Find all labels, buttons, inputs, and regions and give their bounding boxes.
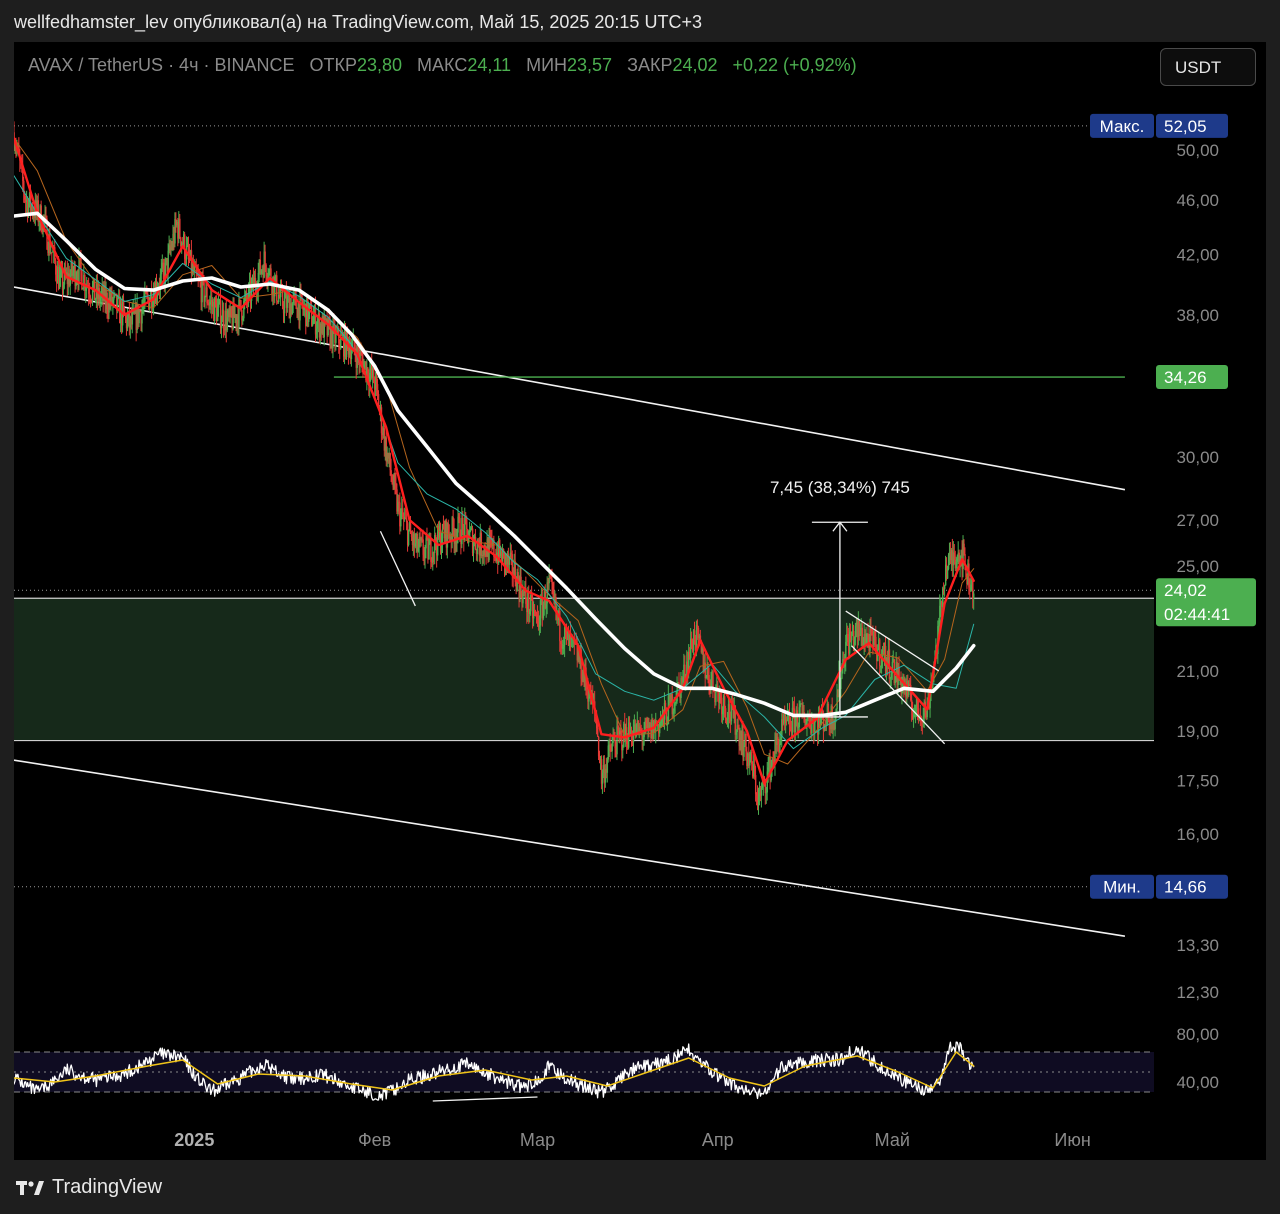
candle-body: [879, 639, 881, 667]
symbol-legend: AVAX / TetherUS · 4ч · BINANCE ОТКР23,80…: [28, 55, 857, 76]
candle-body: [428, 544, 430, 560]
brand-name: TradingView: [52, 1176, 163, 1198]
x-tick-label: Фев: [358, 1130, 391, 1150]
candle-body: [311, 323, 314, 326]
price-label-value: 14,66: [1164, 878, 1207, 897]
close-label: ЗАКР: [627, 55, 673, 75]
rsi-y-tick-label: 80,00: [1176, 1025, 1219, 1044]
y-tick-label: 38,00: [1176, 306, 1219, 325]
x-tick-label: Июн: [1054, 1130, 1090, 1150]
rsi-divergence-line: [432, 1096, 538, 1102]
x-tick-label: Мар: [520, 1130, 555, 1150]
candle-body: [799, 704, 801, 708]
symbol-info: AVAX / TetherUS · 4ч · BINANCE: [28, 55, 295, 75]
y-tick-label: 21,00: [1176, 662, 1219, 681]
x-tick-label: Апр: [702, 1130, 734, 1150]
publish-caption: wellfedhamster_lev опубликовал(а) на Tra…: [14, 12, 702, 32]
price-label-value: 24,02: [1164, 581, 1207, 600]
candle-body: [973, 593, 975, 599]
price-label-value: 34,26: [1164, 368, 1207, 387]
candle-body: [138, 310, 140, 324]
candle-body: [622, 747, 624, 751]
candle-body: [179, 218, 181, 238]
candle-body: [276, 275, 278, 301]
tradingview-logo[interactable]: TradingView: [16, 1176, 162, 1199]
y-tick-label: 42,00: [1176, 246, 1219, 265]
low-label: МИН: [526, 55, 568, 75]
price-label-value: 52,05: [1164, 117, 1207, 136]
candle-body: [944, 585, 946, 589]
y-tick-label: 13,30: [1176, 936, 1219, 955]
rsi-y-tick-label: 40,00: [1176, 1073, 1219, 1092]
chart-frame[interactable]: 7,45 (38,34%) 745 50,00 46,00 42,00 38,00 30,…: [14, 42, 1266, 1160]
candle-body: [754, 775, 757, 795]
x-tick-label: 2025: [174, 1130, 214, 1150]
candle-body: [466, 518, 468, 530]
candle-body: [407, 529, 410, 545]
price-chart[interactable]: 7,45 (38,34%) 745 50,00 46,00 42,00 38,00 30,…: [14, 42, 1266, 1160]
channel-upper-line: [14, 286, 1126, 491]
y-tick-label: 17,50: [1176, 771, 1219, 790]
candle-body: [596, 728, 599, 737]
y-tick-label: 30,00: [1176, 448, 1219, 467]
y-tick-label: 25,00: [1176, 557, 1219, 576]
candle-body: [712, 670, 714, 689]
change-value: +0,22 (+0,92%): [732, 55, 857, 75]
x-tick-label: Май: [875, 1130, 910, 1150]
open-value: 23,80: [356, 55, 403, 75]
candle-body: [283, 298, 286, 314]
extreme-label-text: Мин.: [1103, 878, 1141, 897]
high-label: МАКС: [417, 55, 468, 75]
y-tick-label: 50,00: [1176, 141, 1219, 160]
candle-body: [81, 270, 83, 290]
candle-body: [264, 251, 266, 265]
y-tick-label: 19,00: [1176, 722, 1219, 741]
low-value: 23,57: [567, 55, 613, 75]
currency-button[interactable]: USDT: [1160, 48, 1256, 86]
candle-body: [743, 745, 745, 757]
tradingview-logo-icon: [16, 1180, 44, 1195]
candle-body: [814, 721, 816, 733]
open-label: ОТКР: [309, 55, 357, 75]
candle-body: [888, 649, 891, 679]
price-label-countdown: 02:44:41: [1164, 605, 1230, 624]
flag-line-0: [379, 530, 416, 607]
candle-body: [946, 569, 949, 579]
y-tick-label: 27,00: [1176, 511, 1219, 530]
measure-label: 7,45 (38,34%) 745: [770, 478, 910, 497]
y-tick-label: 16,00: [1176, 825, 1219, 844]
close-value: 24,02: [672, 55, 718, 75]
channel-lower-line: [14, 759, 1126, 937]
candle-body: [724, 708, 727, 719]
y-tick-label: 12,30: [1176, 983, 1219, 1002]
candle-body: [220, 321, 223, 329]
y-tick-label: 46,00: [1176, 191, 1219, 210]
high-value: 24,11: [467, 55, 512, 75]
extreme-label-text: Макс.: [1100, 117, 1145, 136]
